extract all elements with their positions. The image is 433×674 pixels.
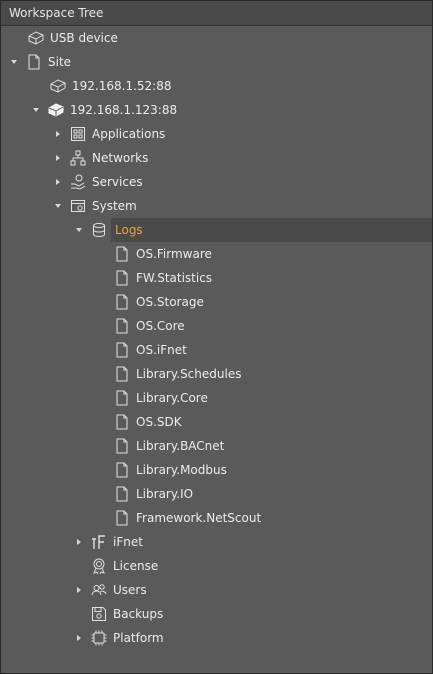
save-disk-icon	[90, 605, 108, 623]
tree-item-ifnet[interactable]: iFnet	[1, 530, 432, 554]
tree-item-label: iFnet	[113, 535, 143, 549]
log-item-label: Framework.NetScout	[136, 511, 262, 525]
tree-item-label: Logs	[115, 223, 143, 237]
log-item-label: OS.iFnet	[136, 343, 187, 357]
document-icon	[113, 485, 131, 503]
system-settings-icon	[69, 197, 87, 215]
log-item-label: OS.Storage	[136, 295, 204, 309]
tree-item-device-123[interactable]: 192.168.1.123:88	[1, 98, 432, 122]
tree-item-usb-device[interactable]: USB device	[1, 26, 432, 50]
chip-icon	[90, 629, 108, 647]
log-item[interactable]: Library.Core	[1, 386, 432, 410]
document-icon	[113, 269, 131, 287]
tree-item-site[interactable]: Site	[1, 50, 432, 74]
panel-title: Workspace Tree	[1, 1, 432, 26]
network-icon	[69, 149, 87, 167]
log-item-label: Library.Core	[136, 391, 208, 405]
tree-item-logs[interactable]: Logs	[1, 218, 432, 242]
users-icon	[90, 581, 108, 599]
log-item-label: Library.IO	[136, 487, 194, 501]
log-item-label: Library.BACnet	[136, 439, 225, 453]
tree-item-label: Services	[92, 175, 143, 189]
collapsed-arrow-icon[interactable]	[53, 177, 63, 187]
tree-item-label: Networks	[92, 151, 149, 165]
device-icon	[49, 77, 67, 95]
document-icon	[113, 293, 131, 311]
workspace-tree-panel: Workspace Tree USB device Site 192.168.1…	[0, 0, 433, 674]
expanded-arrow-icon[interactable]	[74, 225, 84, 235]
license-badge-icon	[90, 557, 108, 575]
document-icon	[113, 461, 131, 479]
document-icon	[113, 509, 131, 527]
log-item-label: Library.Schedules	[136, 367, 242, 381]
tree-item-license[interactable]: License	[1, 554, 432, 578]
site-document-icon	[25, 53, 43, 71]
document-icon	[113, 341, 131, 359]
log-item-label: OS.Core	[136, 319, 185, 333]
ifnet-icon	[90, 533, 108, 551]
document-icon	[113, 317, 131, 335]
tree-item-networks[interactable]: Networks	[1, 146, 432, 170]
tree-item-label: System	[92, 199, 137, 213]
expanded-arrow-icon[interactable]	[9, 57, 19, 67]
log-item[interactable]: FW.Statistics	[1, 266, 432, 290]
tree-item-device-52[interactable]: 192.168.1.52:88	[1, 74, 432, 98]
log-item[interactable]: Library.IO	[1, 482, 432, 506]
services-hand-icon	[69, 173, 87, 191]
tree-item-label: License	[113, 559, 159, 573]
tree-item-applications[interactable]: Applications	[1, 122, 432, 146]
log-item-label: Library.Modbus	[136, 463, 227, 477]
log-item-label: OS.Firmware	[136, 247, 212, 261]
applications-icon	[69, 125, 87, 143]
document-icon	[113, 245, 131, 263]
log-item[interactable]: Framework.NetScout	[1, 506, 432, 530]
log-item[interactable]: OS.Core	[1, 314, 432, 338]
tree-item-label: Backups	[113, 607, 164, 621]
log-item[interactable]: Library.BACnet	[1, 434, 432, 458]
expanded-arrow-icon[interactable]	[53, 201, 63, 211]
log-item[interactable]: OS.Firmware	[1, 242, 432, 266]
tree-item-backups[interactable]: Backups	[1, 602, 432, 626]
tree-item-label: 192.168.1.52:88	[72, 79, 172, 93]
log-item-label: FW.Statistics	[136, 271, 213, 285]
tree-item-label: Platform	[113, 631, 164, 645]
database-icon	[90, 221, 108, 239]
tree-item-services[interactable]: Services	[1, 170, 432, 194]
expanded-arrow-icon[interactable]	[31, 105, 41, 115]
tree-item-label: USB device	[50, 31, 118, 45]
log-item[interactable]: Library.Schedules	[1, 362, 432, 386]
connected-device-icon	[47, 101, 65, 119]
document-icon	[113, 437, 131, 455]
tree-item-label: Users	[113, 583, 147, 597]
log-item[interactable]: OS.Storage	[1, 290, 432, 314]
tree-item-label: Applications	[92, 127, 166, 141]
document-icon	[113, 389, 131, 407]
document-icon	[113, 365, 131, 383]
collapsed-arrow-icon[interactable]	[74, 537, 84, 547]
document-icon	[113, 413, 131, 431]
collapsed-arrow-icon[interactable]	[74, 633, 84, 643]
tree-item-platform[interactable]: Platform	[1, 626, 432, 650]
log-item-label: OS.SDK	[136, 415, 182, 429]
usb-device-icon	[27, 29, 45, 47]
tree-item-label: 192.168.1.123:88	[70, 103, 178, 117]
collapsed-arrow-icon[interactable]	[53, 129, 63, 139]
tree-item-users[interactable]: Users	[1, 578, 432, 602]
log-item[interactable]: Library.Modbus	[1, 458, 432, 482]
log-item[interactable]: OS.SDK	[1, 410, 432, 434]
log-item[interactable]: OS.iFnet	[1, 338, 432, 362]
selection-highlight	[111, 218, 432, 242]
tree-item-system[interactable]: System	[1, 194, 432, 218]
collapsed-arrow-icon[interactable]	[74, 585, 84, 595]
tree-item-label: Site	[48, 55, 72, 69]
collapsed-arrow-icon[interactable]	[53, 153, 63, 163]
